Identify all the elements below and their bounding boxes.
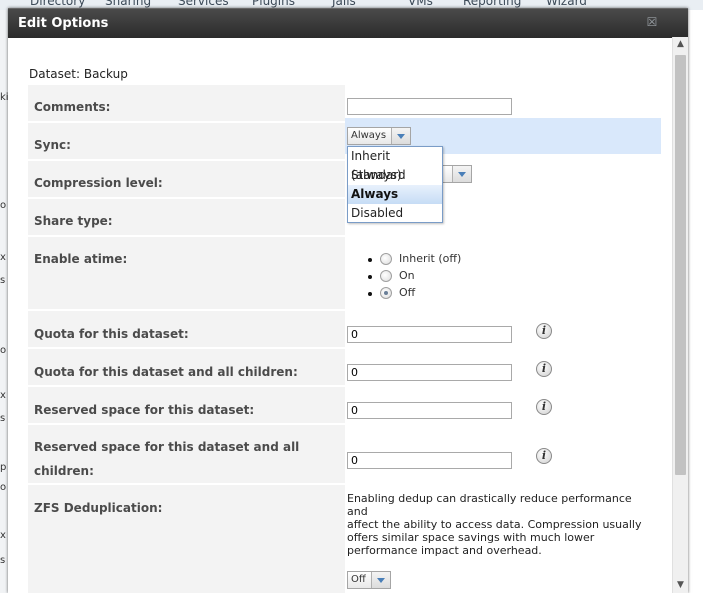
quota-children-label: Quota for this dataset and all children: — [34, 365, 298, 379]
dedup-warning-line: Enabling dedup can drastically reduce pe… — [347, 492, 632, 505]
bullet-icon — [368, 275, 372, 279]
close-icon[interactable]: ☒ — [646, 16, 658, 28]
scroll-down-icon[interactable]: ▼ — [673, 578, 688, 593]
atime-option-label: Inherit (off) — [399, 252, 462, 265]
bg-left-text: s — [0, 275, 6, 286]
bg-left-text: x — [0, 390, 6, 401]
chevron-down-icon[interactable] — [391, 128, 410, 144]
bg-left-text: o — [0, 345, 7, 356]
atime-option-label: On — [399, 269, 415, 282]
info-icon[interactable]: i — [536, 399, 552, 415]
share-type-label-cell: Share type: — [28, 199, 345, 235]
quota-input[interactable]: 0 — [347, 326, 512, 343]
info-icon[interactable]: i — [536, 448, 552, 464]
bullet-icon — [368, 258, 372, 262]
bg-left-text: s — [0, 555, 6, 566]
quota-children-label-cell: Quota for this dataset and all children: — [28, 349, 345, 385]
sync-label-cell: Sync: — [28, 123, 345, 159]
dialog-scrollbar[interactable]: ▲ ▼ — [672, 37, 688, 593]
nav-item-reporting[interactable]: Reporting — [463, 0, 521, 8]
compression-label: Compression level: — [34, 176, 163, 190]
reserved-children-input[interactable]: 0 — [347, 452, 512, 469]
dedup-selected-value: Off — [351, 574, 366, 585]
dataset-name: Dataset: Backup — [29, 67, 128, 81]
reserved-children-label-line1: Reserved space for this dataset and all — [34, 440, 300, 454]
info-icon[interactable]: i — [536, 361, 552, 377]
dedup-label: ZFS Deduplication: — [34, 501, 163, 515]
nav-item-jails[interactable]: Jails — [332, 0, 356, 8]
nav-item-vms[interactable]: VMs — [408, 0, 433, 8]
nav-item-plugins[interactable]: Plugins — [252, 0, 295, 8]
radio-selected-icon[interactable] — [380, 287, 392, 299]
dialog-title: Edit Options — [18, 16, 109, 31]
bg-left-text: o — [0, 482, 7, 493]
scroll-up-icon[interactable]: ▲ — [673, 37, 688, 52]
radio-icon[interactable] — [380, 253, 392, 265]
atime-option-label: Off — [399, 286, 416, 299]
quota-children-input[interactable]: 0 — [347, 364, 512, 381]
info-icon[interactable]: i — [536, 323, 552, 339]
dedup-label-cell: ZFS Deduplication: — [28, 485, 345, 593]
bg-left-text: x — [0, 252, 6, 263]
bg-left-text: p — [0, 462, 7, 473]
quota-label-cell: Quota for this dataset: — [28, 311, 345, 347]
sync-option-inherit[interactable]: Inherit (always) — [348, 147, 442, 182]
radio-icon[interactable] — [380, 270, 392, 282]
reserved-input[interactable]: 0 — [347, 402, 512, 419]
edit-options-dialog: Edit Options ☒ Dataset: Backup Comments:… — [8, 8, 688, 593]
bg-left-text: s — [0, 413, 6, 424]
sync-option-disabled[interactable]: Disabled — [348, 204, 442, 223]
dialog-content: Dataset: Backup Comments: Sync: Always C… — [8, 37, 672, 593]
nav-item-services[interactable]: Services — [178, 0, 229, 8]
dedup-warning-line: and — [347, 505, 368, 518]
chevron-down-icon[interactable] — [371, 572, 390, 588]
nav-item-sharing[interactable]: Sharing — [105, 0, 151, 8]
comments-label-cell: Comments: — [28, 85, 345, 121]
comments-input[interactable] — [347, 98, 512, 115]
sync-label: Sync: — [34, 138, 71, 152]
sync-option-standard[interactable]: Standard — [348, 166, 442, 185]
dedup-select[interactable]: Off — [347, 571, 391, 589]
reserved-label: Reserved space for this dataset: — [34, 403, 255, 417]
dedup-warning-line: offers similar space savings with much l… — [347, 531, 595, 544]
dedup-warning-text: Enabling dedup can drastically reduce pe… — [347, 492, 659, 557]
reserved-children-label-cell: Reserved space for this dataset and all … — [28, 425, 345, 483]
dialog-titlebar[interactable]: Edit Options ☒ — [8, 8, 688, 38]
compression-label-cell: Compression level: — [28, 161, 345, 197]
chevron-down-icon[interactable] — [452, 166, 471, 182]
reserved-label-cell: Reserved space for this dataset: — [28, 387, 345, 423]
quota-label: Quota for this dataset: — [34, 327, 189, 341]
bg-left-text: x — [0, 530, 6, 541]
reserved-children-label-line2: children: — [34, 464, 94, 478]
dedup-warning-line: affect the ability to access data. Compr… — [347, 518, 642, 531]
scrollbar-thumb[interactable] — [675, 55, 686, 475]
compression-select[interactable] — [438, 165, 472, 183]
sync-option-always[interactable]: Always — [348, 185, 442, 204]
dedup-warning-line: performance impact and overhead. — [347, 544, 542, 557]
sync-dropdown-list: Inherit (always) Standard Always Disable… — [347, 146, 443, 223]
comments-label: Comments: — [34, 100, 111, 114]
sync-selected-value: Always — [351, 130, 387, 141]
nav-item-wizard[interactable]: Wizard — [546, 0, 587, 8]
background-left-strip: ki o x s o x s p o x s — [0, 10, 8, 593]
atime-label-cell: Enable atime: — [28, 237, 345, 309]
bg-left-text: ki — [0, 92, 8, 103]
bullet-icon — [368, 292, 372, 296]
share-type-label: Share type: — [34, 214, 113, 228]
nav-item-directory[interactable]: Directory — [30, 0, 85, 8]
bg-left-text: o — [0, 200, 7, 211]
sync-select[interactable]: Always — [347, 127, 411, 145]
atime-label: Enable atime: — [34, 252, 128, 266]
